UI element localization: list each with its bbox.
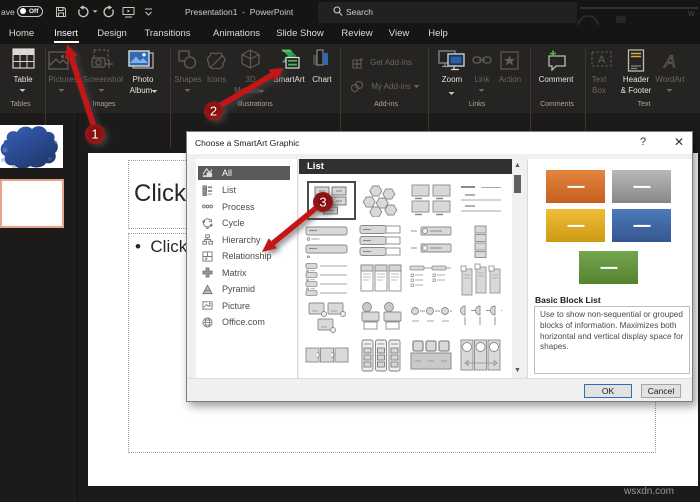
svg-text:3: 3: [319, 195, 326, 210]
svg-text:2: 2: [210, 104, 217, 119]
svg-text:1: 1: [91, 127, 98, 142]
